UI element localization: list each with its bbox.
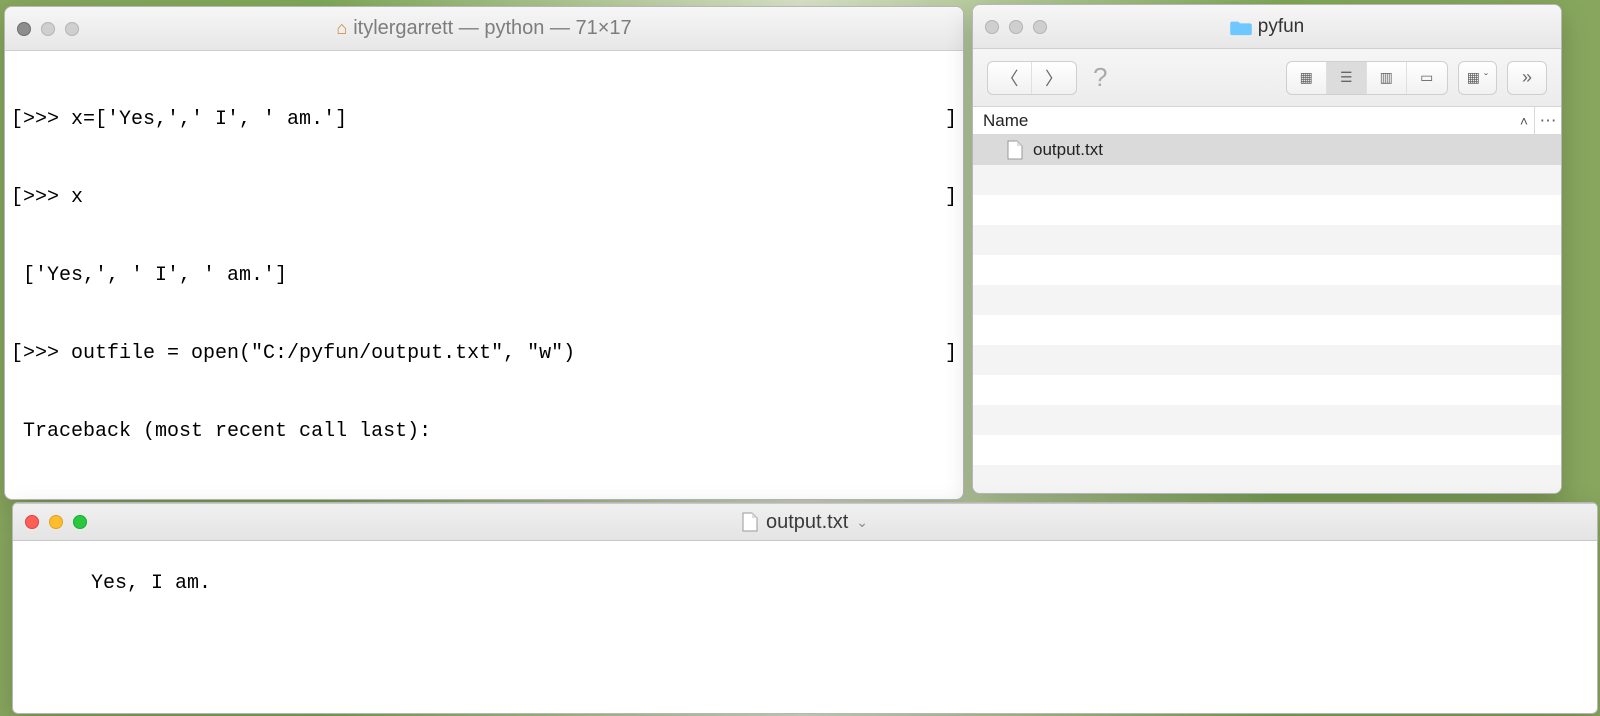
more-button[interactable]: » [1507, 61, 1547, 95]
file-icon [1007, 140, 1023, 160]
editor-content[interactable]: Yes, I am. [13, 541, 1597, 713]
home-icon: ⌂ [336, 18, 347, 39]
view-buttons: ▦ ☰ ▥ ▭ [1286, 61, 1448, 95]
terminal-titlebar[interactable]: ⌂ itylergarrett — python — 71×17 [5, 7, 963, 51]
editor-titlebar[interactable]: output.txt ⌄ [13, 503, 1597, 541]
list-icon: ☰ [1340, 69, 1353, 86]
terminal-title-text: itylergarrett — python — 71×17 [353, 17, 631, 40]
folder-icon [1230, 18, 1252, 36]
back-button[interactable]: 〈 [988, 62, 1032, 94]
chevron-left-icon: 〈 [1001, 65, 1019, 91]
view-columns[interactable]: ▥ [1367, 62, 1407, 94]
column-overflow[interactable]: ⋯ [1535, 111, 1561, 131]
view-list[interactable]: ☰ [1327, 62, 1367, 94]
file-name: output.txt [1033, 140, 1103, 160]
minimize-button[interactable] [1009, 20, 1023, 34]
close-button[interactable] [985, 20, 999, 34]
finder-toolbar: 〈 〉 ? ▦ ☰ ▥ ▭ ▦ ˇ » [973, 49, 1561, 107]
view-gallery[interactable]: ▭ [1407, 62, 1447, 94]
columns-icon: ▥ [1380, 69, 1393, 86]
arrange-button[interactable]: ▦ ˇ [1458, 61, 1497, 95]
chevron-down-icon[interactable]: ⌄ [856, 514, 868, 531]
editor-title-text: output.txt [766, 511, 848, 534]
close-button[interactable] [17, 22, 31, 36]
zoom-button[interactable] [1033, 20, 1047, 34]
grid-icon: ▦ [1300, 69, 1313, 86]
forward-button[interactable]: 〉 [1032, 62, 1076, 94]
nav-buttons: 〈 〉 [987, 61, 1077, 95]
minimize-button[interactable] [41, 22, 55, 36]
zoom-button[interactable] [73, 515, 87, 529]
editor-title: output.txt ⌄ [13, 511, 1597, 534]
terminal-window: ⌂ itylergarrett — python — 71×17 [>>> x=… [4, 6, 964, 500]
chevron-double-right-icon: » [1522, 67, 1532, 88]
view-icon-grid[interactable]: ▦ [1287, 62, 1327, 94]
finder-title-text: pyfun [1258, 16, 1304, 38]
finder-window: pyfun 〈 〉 ? ▦ ☰ ▥ ▭ ▦ ˇ [972, 4, 1562, 494]
finder-title: pyfun [973, 16, 1561, 38]
finder-columns-header: Name ˄ ⋯ [973, 107, 1561, 135]
traffic-lights [13, 515, 87, 529]
sort-caret-icon: ˄ [1520, 113, 1528, 129]
editor-text: Yes, I am. [91, 572, 211, 595]
chevron-right-icon: 〉 [1045, 65, 1063, 91]
traffic-lights [17, 22, 79, 36]
finder-titlebar[interactable]: pyfun [973, 5, 1561, 49]
minimize-button[interactable] [49, 515, 63, 529]
column-name[interactable]: Name ˄ [973, 111, 1534, 131]
desktop: ⌂ itylergarrett — python — 71×17 [>>> x=… [0, 0, 1600, 716]
zoom-button[interactable] [65, 22, 79, 36]
gallery-icon: ▭ [1420, 69, 1433, 86]
terminal-title: ⌂ itylergarrett — python — 71×17 [5, 17, 963, 40]
editor-window: output.txt ⌄ Yes, I am. [12, 502, 1598, 714]
arrange-icon: ▦ [1467, 69, 1480, 86]
column-name-label: Name [983, 111, 1028, 131]
terminal-output[interactable]: [>>> x=['Yes,',' I', ' am.']] [>>> x] ['… [5, 51, 963, 499]
file-list[interactable]: output.txt [973, 135, 1561, 493]
help-icon[interactable]: ? [1093, 62, 1107, 93]
chevron-down-icon: ˇ [1484, 71, 1488, 85]
file-icon [742, 512, 758, 532]
close-button[interactable] [25, 515, 39, 529]
file-row[interactable]: output.txt [973, 135, 1561, 165]
traffic-lights [985, 20, 1047, 34]
